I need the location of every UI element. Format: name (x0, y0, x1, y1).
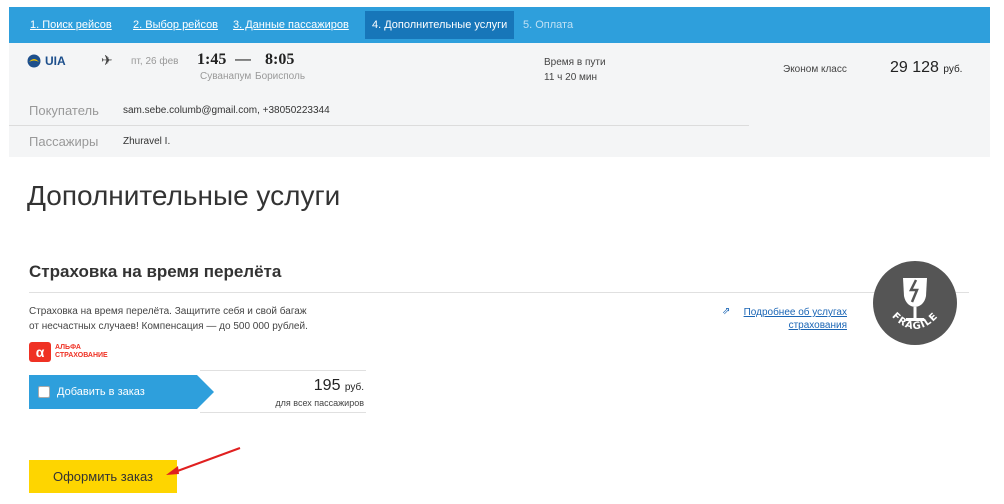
flight-date: пт, 26 фев (131, 56, 179, 67)
arrival-time: 8:05 (265, 51, 295, 68)
plane-icon: ✈ (101, 52, 113, 68)
buyer-label: Покупатель (29, 103, 99, 118)
add-insurance-label: Добавить в заказ (57, 386, 145, 398)
departure-city: Суванапум (200, 71, 252, 82)
duration-value: 11 ч 20 мин (544, 72, 598, 83)
insurance-section-title: Страховка на время перелёта (29, 262, 282, 281)
section-divider (29, 292, 969, 293)
fragile-badge-icon: FRAGILE (873, 261, 957, 345)
cabin-class: Эконом класс (783, 64, 847, 75)
buyer-value: sam.sebe.columb@gmail.com, +38050223344 (123, 105, 330, 116)
place-order-button[interactable]: Оформить заказ (29, 460, 177, 493)
red-pointer-arrow-icon (166, 447, 241, 475)
passengers-label: Пассажиры (29, 134, 99, 149)
passengers-row: Пассажиры Zhuravel I. (9, 126, 749, 157)
uia-logo-icon (27, 54, 41, 68)
step-search-flights[interactable]: 1. Поиск рейсов (23, 11, 119, 39)
time-dash: — (235, 51, 251, 68)
insurance-price-box: 195 руб. для всех пассажиров (200, 370, 366, 413)
flight-summary: UIA ✈ пт, 26 фев 1:45 — 8:05 Суванапум Б… (9, 43, 990, 95)
passengers-value: Zhuravel I. (123, 136, 171, 147)
alfa-insurance-logo-text: АЛЬФА СТРАХОВАНИЕ (55, 344, 108, 359)
airline-name: UIA (45, 54, 66, 68)
insurance-description: Страховка на время перелёта. Защитите се… (29, 306, 308, 332)
arrival-city: Борисполь (255, 71, 306, 82)
departure-time: 1:45 (197, 51, 227, 68)
step-passenger-data[interactable]: 3. Данные пассажиров (226, 11, 356, 39)
add-insurance-checkbox[interactable] (38, 386, 50, 398)
step-additional-services: 4. Дополнительные услуги (365, 11, 515, 39)
buyer-row: Покупатель sam.sebe.columb@gmail.com, +3… (9, 95, 749, 126)
booking-steps-bar: 1. Поиск рейсов 2. Выбор рейсов 3. Данны… (9, 7, 990, 43)
alfa-insurance-logo-icon: α (29, 342, 51, 362)
insurance-price-note: для всех пассажиров (275, 398, 364, 408)
page-title: Дополнительные услуги (27, 180, 341, 211)
add-insurance-toggle[interactable]: Добавить в заказ (29, 375, 214, 409)
step-payment: 5. Оплата (523, 19, 574, 31)
duration-label: Время в пути (544, 57, 606, 68)
step-select-flights[interactable]: 2. Выбор рейсов (126, 11, 225, 39)
insurance-price: 195 руб. (313, 377, 364, 394)
insurance-details-link[interactable]: Подробнее об услугах страхования (722, 306, 847, 332)
flight-price: 29 128 руб. (890, 59, 963, 76)
order-info: Покупатель sam.sebe.columb@gmail.com, +3… (9, 95, 990, 157)
